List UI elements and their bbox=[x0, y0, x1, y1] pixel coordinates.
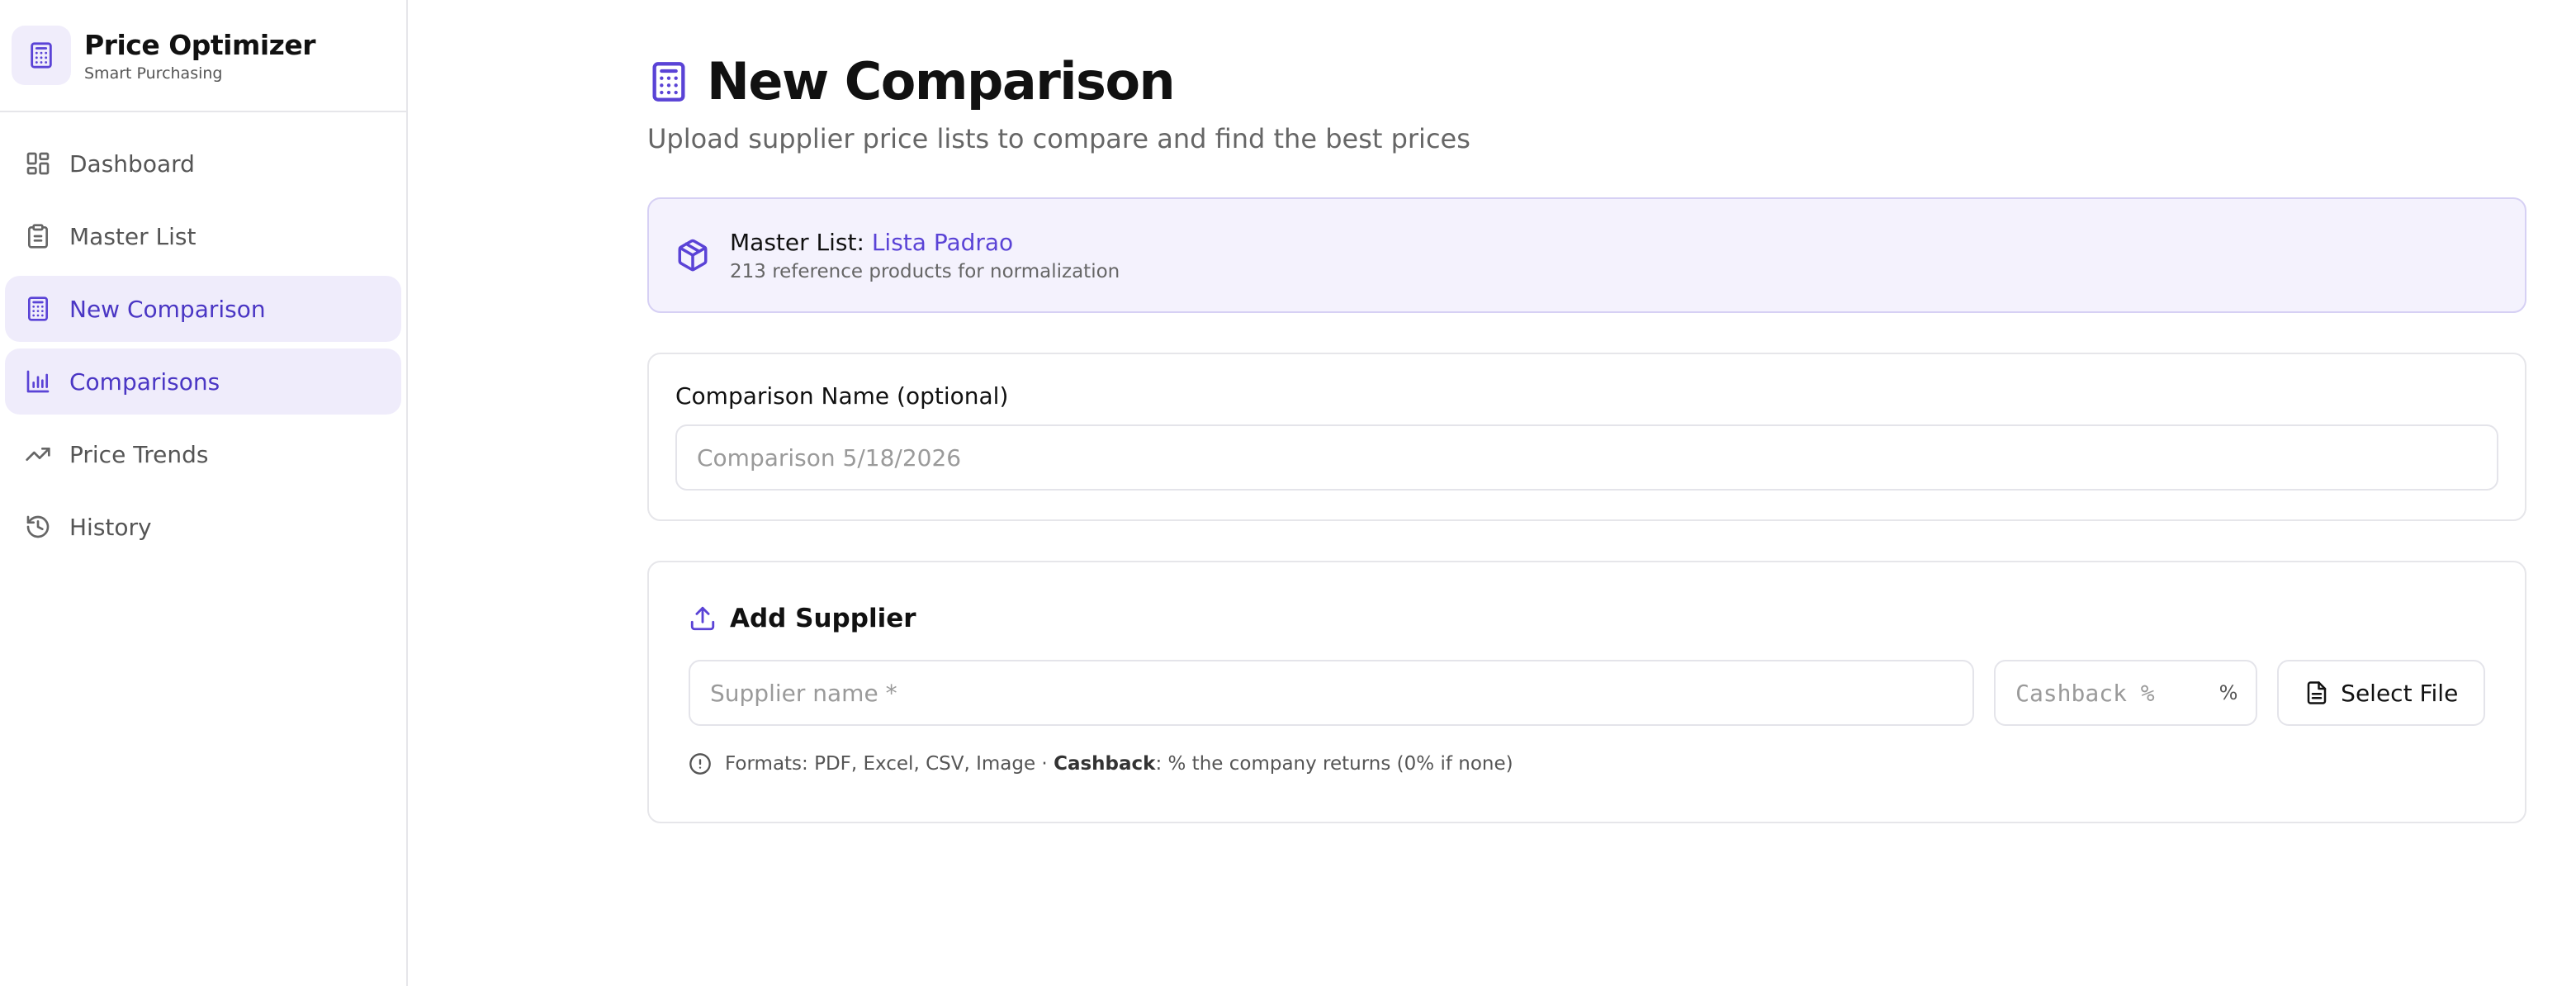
format-hint-bold: Cashback bbox=[1054, 753, 1156, 775]
master-list-label: Master List: bbox=[730, 228, 864, 256]
page-header: New Comparison bbox=[647, 51, 2526, 111]
master-list-card: Master List: Lista Padrao 213 reference … bbox=[647, 197, 2526, 313]
sidebar-item-history[interactable]: History bbox=[5, 494, 401, 560]
sidebar-item-label: History bbox=[69, 513, 152, 541]
file-icon bbox=[2307, 681, 2327, 704]
sidebar-nav: Dashboard Master List New Comparison Com… bbox=[0, 112, 406, 560]
master-list-line: Master List: Lista Padrao bbox=[730, 229, 1120, 256]
sidebar-item-label: New Comparison bbox=[69, 295, 266, 323]
calculator-icon bbox=[652, 61, 685, 102]
supplier-input-row: % Select File bbox=[689, 660, 2485, 726]
comparison-name-input[interactable] bbox=[675, 424, 2498, 491]
sidebar-item-price-trends[interactable]: Price Trends bbox=[5, 421, 401, 487]
brand: Price Optimizer Smart Purchasing bbox=[0, 0, 406, 112]
history-icon bbox=[26, 515, 50, 538]
upload-icon bbox=[690, 606, 715, 631]
calculator-icon bbox=[28, 296, 48, 321]
master-list-text: Master List: Lista Padrao 213 reference … bbox=[730, 229, 1120, 282]
format-hint: Formats: PDF, Excel, CSV, Image · Cashba… bbox=[689, 752, 2485, 775]
app-root: Price Optimizer Smart Purchasing Dashboa… bbox=[0, 0, 2576, 986]
comparison-name-label: Comparison Name (optional) bbox=[675, 382, 1009, 410]
format-hint-prefix: Formats: PDF, Excel, CSV, Image · bbox=[725, 753, 1054, 775]
format-hint-text: Formats: PDF, Excel, CSV, Image · Cashba… bbox=[725, 753, 1513, 775]
percent-suffix: % bbox=[2218, 681, 2238, 704]
sidebar-item-new-comparison[interactable]: New Comparison bbox=[5, 276, 401, 342]
dashboard-icon bbox=[26, 152, 50, 175]
package-icon bbox=[678, 239, 708, 272]
info-icon bbox=[689, 753, 711, 775]
main-content: New Comparison Upload supplier price lis… bbox=[408, 0, 2576, 986]
bar-chart-icon bbox=[26, 370, 50, 393]
sidebar-item-label: Master List bbox=[69, 222, 197, 250]
sidebar-item-label: Dashboard bbox=[69, 149, 195, 178]
sidebar-item-label: Comparisons bbox=[69, 367, 220, 396]
page-title: New Comparison bbox=[707, 51, 1176, 111]
sidebar-item-dashboard[interactable]: Dashboard bbox=[5, 130, 401, 197]
brand-text: Price Optimizer Smart Purchasing bbox=[84, 28, 316, 83]
sidebar-item-label: Price Trends bbox=[69, 440, 209, 468]
sidebar-item-comparisons[interactable]: Comparisons bbox=[5, 348, 401, 415]
select-file-label: Select File bbox=[2341, 679, 2459, 707]
brand-title: Price Optimizer bbox=[84, 28, 316, 61]
cashback-input[interactable] bbox=[1996, 661, 2256, 724]
format-hint-suffix: : % the company returns (0% if none) bbox=[1155, 753, 1513, 775]
comparison-name-card: Comparison Name (optional) bbox=[647, 353, 2526, 521]
add-supplier-title: Add Supplier bbox=[730, 604, 916, 633]
supplier-name-input[interactable] bbox=[689, 660, 1975, 726]
page-subtitle: Upload supplier price lists to compare a… bbox=[647, 123, 1470, 154]
master-list-name: Lista Padrao bbox=[871, 228, 1014, 256]
calculator-icon bbox=[12, 26, 71, 85]
add-supplier-header: Add Supplier bbox=[689, 604, 2485, 633]
clipboard-icon bbox=[28, 224, 48, 249]
cashback-field: % bbox=[1994, 660, 2258, 726]
add-supplier-card: Add Supplier % Select File bbox=[647, 561, 2526, 823]
brand-subtitle: Smart Purchasing bbox=[84, 64, 223, 83]
select-file-button[interactable]: Select File bbox=[2277, 660, 2485, 726]
trending-up-icon bbox=[26, 448, 50, 461]
master-list-count: 213 reference products for normalization bbox=[730, 260, 1120, 282]
page-content: New Comparison Upload supplier price lis… bbox=[647, 51, 2526, 823]
sidebar-item-master-list[interactable]: Master List bbox=[5, 203, 401, 269]
sidebar: Price Optimizer Smart Purchasing Dashboa… bbox=[0, 0, 408, 986]
